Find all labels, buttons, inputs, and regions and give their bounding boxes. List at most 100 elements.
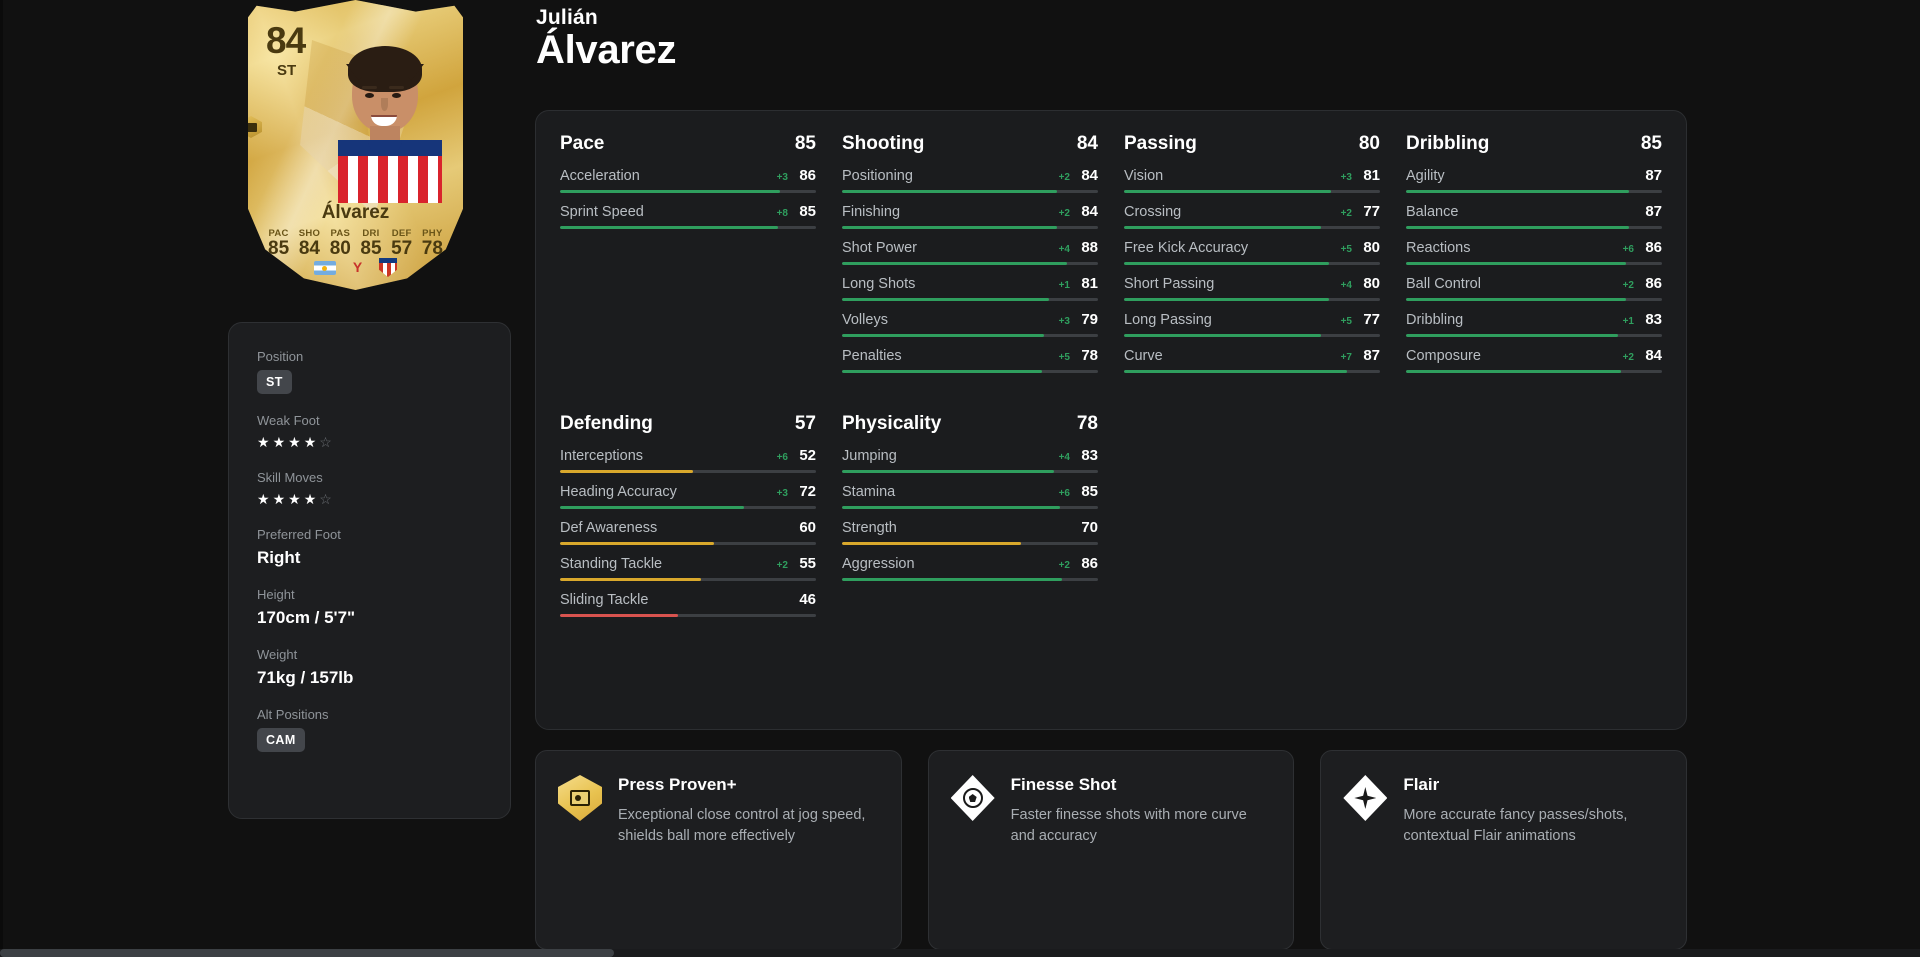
stat-name: Sprint Speed bbox=[560, 204, 644, 220]
info-row-weak-foot: Weak Foot ★★★★☆ bbox=[257, 413, 482, 451]
stat-bar-track bbox=[1124, 262, 1380, 265]
info-row-alt-positions: Alt Positions CAM bbox=[257, 707, 482, 752]
flair-icon bbox=[1343, 775, 1388, 821]
stat-item: Balance 87 bbox=[1406, 203, 1662, 229]
stat-value: 72 bbox=[799, 483, 816, 500]
info-label: Alt Positions bbox=[257, 706, 329, 722]
stat-value-group: +2 84 bbox=[1623, 347, 1662, 364]
stat-row: Volleys +3 79 bbox=[842, 311, 1098, 334]
player-profile-page: 84 ST Álvarez PAC 85 SHO 84 PAS 80 DRI 8… bbox=[0, 0, 1920, 957]
stat-bar-fill bbox=[1124, 226, 1322, 229]
card-stat: PHY 78 bbox=[422, 228, 443, 260]
stat-group-value: 85 bbox=[794, 133, 816, 154]
stat-row: Curve +7 87 bbox=[1124, 347, 1380, 370]
stat-row: Free Kick Accuracy +5 80 bbox=[1124, 239, 1380, 262]
stat-row: Reactions +6 86 bbox=[1406, 239, 1662, 262]
stat-item: Volleys +3 79 bbox=[842, 311, 1098, 337]
star-2: ★ bbox=[272, 490, 289, 507]
stat-name: Long Passing bbox=[1124, 312, 1212, 328]
stat-bar-track bbox=[842, 578, 1098, 581]
card-stat-value: 57 bbox=[391, 238, 413, 259]
star-2: ★ bbox=[272, 434, 289, 450]
stat-value-group: +2 86 bbox=[1623, 275, 1662, 292]
stat-item: Penalties +5 78 bbox=[842, 347, 1098, 373]
playstyle-card[interactable]: Finesse Shot Faster finesse shots with mo… bbox=[927, 750, 1295, 950]
info-label: Weight bbox=[257, 646, 298, 662]
stat-group-name: Dribbling bbox=[1406, 133, 1490, 154]
stat-value: 55 bbox=[799, 555, 816, 572]
stat-delta: +2 bbox=[1058, 172, 1070, 183]
stat-value: 77 bbox=[1363, 311, 1380, 328]
stats-panel: Pace 85 Acceleration +3 86 Sprint Speed +8 85 Sh… bbox=[535, 110, 1687, 730]
stat-value: 85 bbox=[1081, 483, 1098, 500]
playstyles-row: Press Proven+ Exceptional close control a… bbox=[535, 750, 1687, 950]
stat-delta: +4 bbox=[1058, 452, 1070, 463]
stat-group-header: Pace 85 bbox=[560, 133, 816, 155]
stat-name: Strength bbox=[842, 520, 897, 536]
stat-group-physicality: Physicality 78 Jumping +4 83 Stamina +6 85 Stren… bbox=[842, 413, 1098, 627]
playstyle-card[interactable]: Press Proven+ Exceptional close control a… bbox=[535, 750, 902, 950]
stat-row: Long Passing +5 77 bbox=[1124, 311, 1380, 334]
stat-bar-track bbox=[1406, 190, 1662, 193]
stat-group-defending: Defending 57 Interceptions +6 52 Heading Accu… bbox=[560, 413, 816, 627]
stat-bar-track bbox=[560, 542, 816, 545]
horizontal-scrollbar[interactable] bbox=[0, 949, 1920, 957]
stat-value-group: 87 bbox=[1640, 203, 1662, 220]
stat-bar-fill bbox=[560, 470, 694, 473]
stat-value: 83 bbox=[1645, 311, 1662, 328]
stat-name: Jumping bbox=[842, 448, 897, 464]
playstyle-icon-glyph bbox=[570, 790, 590, 806]
info-row-skill-moves: Skill Moves ★★★★☆ bbox=[257, 470, 482, 508]
stat-bar-track bbox=[560, 190, 816, 193]
stat-value: 79 bbox=[1081, 311, 1098, 328]
info-label: Position bbox=[257, 349, 304, 364]
stat-delta: +2 bbox=[1058, 208, 1070, 219]
stat-bar-fill bbox=[560, 542, 714, 545]
stat-item: Short Passing +4 80 bbox=[1124, 275, 1380, 301]
stat-name: Shot Power bbox=[842, 240, 917, 256]
playstyle-card[interactable]: Flair More accurate fancy passes/shots, c… bbox=[1320, 750, 1687, 950]
info-label: Height bbox=[257, 586, 295, 602]
stat-bar-fill bbox=[842, 298, 1050, 301]
stat-value: 84 bbox=[1081, 167, 1098, 184]
card-stat-value: 78 bbox=[421, 238, 443, 259]
scrollbar-thumb[interactable] bbox=[0, 949, 615, 957]
card-affiliations bbox=[248, 258, 463, 277]
stat-name: Volleys bbox=[842, 312, 888, 328]
stat-value-group: 60 bbox=[794, 519, 816, 536]
stat-bar-track bbox=[842, 226, 1098, 229]
stat-value-group: +3 86 bbox=[777, 167, 816, 184]
stat-item: Long Shots +1 81 bbox=[842, 275, 1098, 301]
alt-position-badge[interactable]: CAM bbox=[257, 727, 305, 752]
stat-delta: +1 bbox=[1058, 280, 1070, 291]
stat-value-group: +6 85 bbox=[1059, 483, 1098, 500]
info-row-weight: Weight 71kg / 157lb bbox=[257, 647, 482, 688]
stat-row: Stamina +6 85 bbox=[842, 483, 1098, 506]
stat-bar-fill bbox=[842, 334, 1045, 337]
player-card[interactable]: 84 ST Álvarez PAC 85 SHO 84 PAS 80 DRI 8… bbox=[248, 0, 463, 290]
info-label: Skill Moves bbox=[257, 469, 323, 485]
position-badge[interactable]: ST bbox=[257, 370, 292, 394]
stat-row: Composure +2 84 bbox=[1406, 347, 1662, 370]
stat-value: 88 bbox=[1081, 239, 1098, 256]
stat-name: Penalties bbox=[842, 348, 902, 364]
stat-group-header: Dribbling 85 bbox=[1406, 133, 1662, 155]
stat-value: 87 bbox=[1645, 203, 1662, 220]
stat-delta: +4 bbox=[1058, 244, 1070, 255]
stat-delta: +5 bbox=[1340, 316, 1352, 327]
stat-name: Balance bbox=[1406, 204, 1459, 220]
stat-item: Finishing +2 84 bbox=[842, 203, 1098, 229]
stat-item: Free Kick Accuracy +5 80 bbox=[1124, 239, 1380, 265]
stat-bar-fill bbox=[1124, 190, 1332, 193]
playstyle-description: Exceptional close control at jog speed, … bbox=[618, 807, 866, 845]
stat-value: 86 bbox=[799, 167, 816, 184]
argentina-flag-icon bbox=[314, 260, 336, 275]
stat-name: Aggression bbox=[842, 556, 915, 572]
stat-value: 70 bbox=[1081, 519, 1098, 536]
playstyle-icon-glyph bbox=[1354, 787, 1377, 809]
stat-name: Finishing bbox=[842, 204, 901, 220]
laliga-logo-icon bbox=[349, 259, 366, 276]
stat-row: Dribbling +1 83 bbox=[1406, 311, 1662, 334]
stat-row: Vision +3 81 bbox=[1124, 167, 1380, 190]
stat-value: 84 bbox=[1645, 347, 1662, 364]
